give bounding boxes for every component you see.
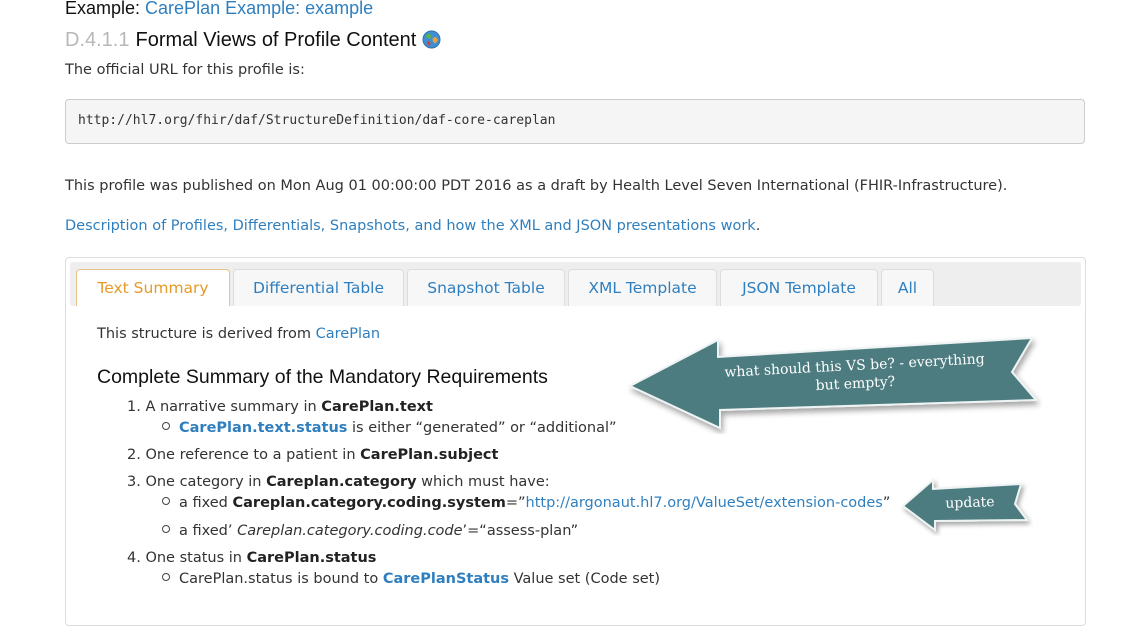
req-element: Careplan.category bbox=[266, 474, 417, 490]
requirement-4a: CarePlan.status is bound to CarePlanStat… bbox=[162, 571, 660, 587]
annotation-update-text: update bbox=[945, 494, 995, 512]
bullet-icon bbox=[162, 422, 170, 430]
req-element: Careplan.category.coding.system bbox=[232, 495, 506, 511]
req-number: 3. bbox=[127, 474, 141, 490]
req-text: One category in bbox=[145, 474, 267, 490]
careplanstatus-link[interactable]: CarePlanStatus bbox=[383, 571, 509, 587]
req-suffix: which must have: bbox=[416, 474, 550, 490]
description-suffix: . bbox=[755, 218, 761, 234]
derived-from: This structure is derived from CarePlan bbox=[97, 326, 380, 342]
publication-statement: This profile was published on Mon Aug 01… bbox=[65, 178, 1008, 194]
example-line: Example: CarePlan Example: example bbox=[65, 0, 373, 19]
text-status-link[interactable]: CarePlan.text.status bbox=[179, 420, 347, 436]
bullet-icon bbox=[162, 573, 170, 581]
req-text: One reference to a patient in bbox=[145, 447, 361, 463]
tab-differential-table[interactable]: Differential Table bbox=[233, 269, 404, 306]
section-title: Formal Views of Profile Content bbox=[135, 29, 417, 51]
req-element: Careplan.category.coding.code bbox=[237, 523, 463, 539]
req-close: ” bbox=[882, 495, 891, 511]
globe-icon[interactable] bbox=[422, 30, 441, 55]
req-number: 2. bbox=[127, 447, 141, 463]
bullet-icon bbox=[162, 497, 170, 505]
example-link[interactable]: CarePlan Example: example bbox=[145, 0, 373, 18]
req-text: CarePlan.status is bound to bbox=[179, 571, 383, 587]
description-line: Description of Profiles, Differentials, … bbox=[65, 218, 760, 234]
tab-xml-template[interactable]: XML Template bbox=[568, 269, 717, 306]
req-text: is either “generated” or “additional” bbox=[347, 420, 617, 436]
req-rest: ’=“assess-plan” bbox=[462, 523, 579, 539]
requirement-3b: a fixed’ Careplan.category.coding.code’=… bbox=[162, 523, 578, 539]
req-text: A narrative summary in bbox=[145, 399, 322, 415]
example-prefix: Example: bbox=[65, 0, 146, 18]
req-number: 4. bbox=[127, 550, 141, 566]
official-url: http://hl7.org/fhir/daf/StructureDefinit… bbox=[65, 99, 1085, 144]
req-number: 1. bbox=[127, 399, 141, 415]
section-heading: D.4.1.1 Formal Views of Profile Content bbox=[65, 29, 441, 55]
req-element: CarePlan.status bbox=[246, 550, 377, 566]
requirement-2: 2. One reference to a patient in CarePla… bbox=[127, 447, 498, 463]
tab-bar: Text Summary Differential Table Snapshot… bbox=[70, 262, 1081, 306]
tab-snapshot-table[interactable]: Snapshot Table bbox=[407, 269, 565, 306]
tab-text-summary[interactable]: Text Summary bbox=[76, 269, 230, 306]
requirement-3a: a fixed Careplan.category.coding.system=… bbox=[162, 495, 890, 511]
requirement-1: 1. A narrative summary in CarePlan.text bbox=[127, 399, 433, 415]
req-eq: =” bbox=[505, 495, 526, 511]
description-link[interactable]: Description of Profiles, Differentials, … bbox=[65, 218, 756, 234]
extension-codes-link[interactable]: http://argonaut.hl7.org/ValueSet/extensi… bbox=[526, 495, 883, 511]
bullet-icon bbox=[162, 525, 170, 533]
url-intro: The official URL for this profile is: bbox=[65, 62, 305, 78]
req-element: CarePlan.text bbox=[321, 399, 433, 415]
req-text: a fixed’ bbox=[179, 523, 238, 539]
requirement-1a: CarePlan.text.status is either “generate… bbox=[162, 420, 617, 436]
derived-prefix: This structure is derived from bbox=[97, 326, 316, 342]
tab-json-template[interactable]: JSON Template bbox=[720, 269, 878, 306]
requirement-3: 3. One category in Careplan.category whi… bbox=[127, 474, 550, 490]
tab-all[interactable]: All bbox=[881, 269, 934, 306]
requirement-4: 4. One status in CarePlan.status bbox=[127, 550, 376, 566]
req-rest: Value set (Code set) bbox=[509, 571, 661, 587]
section-number: D.4.1.1 bbox=[65, 29, 130, 51]
req-text: a fixed bbox=[179, 495, 233, 511]
req-element: CarePlan.subject bbox=[360, 447, 499, 463]
careplan-link[interactable]: CarePlan bbox=[316, 326, 380, 342]
summary-title: Complete Summary of the Mandatory Requir… bbox=[97, 366, 548, 388]
req-text: One status in bbox=[145, 550, 247, 566]
